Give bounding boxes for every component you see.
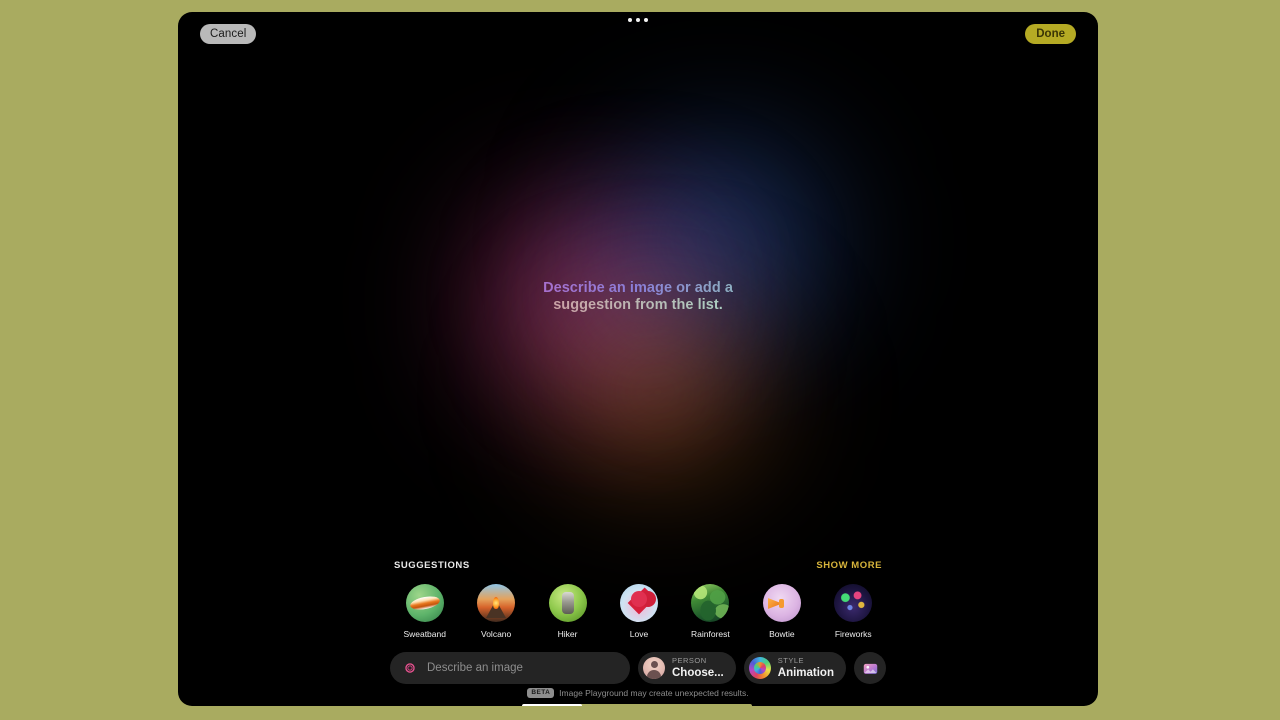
- suggestions-header: SUGGESTIONS SHOW MORE: [394, 560, 882, 571]
- home-indicator[interactable]: [522, 704, 752, 706]
- suggestion-chip-hiker[interactable]: Hiker: [532, 584, 603, 639]
- style-picker-button[interactable]: STYLE Animation: [743, 652, 846, 684]
- dot-1: [628, 18, 632, 22]
- image-playground-window: Cancel Done Describe an image or add a s…: [178, 12, 1098, 706]
- style-picker-text: STYLE Animation: [778, 657, 834, 679]
- prompt-line-1: Describe an image or add a: [178, 280, 1098, 297]
- describe-image-placeholder: Describe an image: [427, 662, 523, 674]
- suggestion-label: Hiker: [557, 629, 578, 639]
- suggestion-label: Volcano: [481, 629, 512, 639]
- beta-badge: BETA: [527, 688, 555, 698]
- suggestions-title: SUGGESTIONS: [394, 560, 470, 571]
- hiker-thumb-icon: [548, 584, 587, 622]
- composer-bar: Describe an image PERSON Choose... STYLE…: [390, 652, 886, 684]
- photo-picker-icon: [863, 663, 877, 674]
- person-avatar-icon: [643, 657, 665, 679]
- sweatband-thumb-icon: [405, 584, 444, 622]
- empty-state-prompt: Describe an image or add a suggestion fr…: [178, 280, 1098, 314]
- glow-blue: [578, 122, 868, 362]
- suggestion-chip-love[interactable]: Love: [603, 584, 674, 639]
- disclaimer-text: Image Playground may create unexpected r…: [559, 688, 749, 698]
- volcano-thumb-icon: [477, 584, 516, 622]
- suggestions-row: Sweatband Volcano Hiker Love Rainforest …: [389, 584, 889, 639]
- suggestion-label: Love: [629, 629, 649, 639]
- home-indicator-fill: [522, 704, 582, 706]
- person-picker-text: PERSON Choose...: [672, 657, 724, 679]
- cancel-button[interactable]: Cancel: [200, 24, 257, 44]
- dot-3: [644, 18, 648, 22]
- suggestion-chip-volcano[interactable]: Volcano: [460, 584, 531, 639]
- suggestion-label: Bowtie: [769, 629, 795, 639]
- love-thumb-icon: [619, 584, 658, 622]
- suggestion-chip-rainforest[interactable]: Rainforest: [675, 584, 746, 639]
- image-playground-icon: [405, 663, 415, 673]
- suggestion-label: Fireworks: [834, 629, 872, 639]
- describe-image-field[interactable]: Describe an image: [390, 652, 630, 684]
- suggestion-chip-fireworks[interactable]: Fireworks: [818, 584, 889, 639]
- beta-disclaimer: BETA Image Playground may create unexpec…: [178, 688, 1098, 698]
- color-wheel-icon: [748, 657, 771, 679]
- suggestion-label: Sweatband: [403, 629, 446, 639]
- more-dots-icon[interactable]: [628, 18, 648, 22]
- style-kicker: STYLE: [777, 656, 805, 665]
- prompt-line-2: suggestion from the list.: [178, 297, 1098, 314]
- style-value: Animation: [777, 666, 834, 679]
- person-value: Choose...: [672, 666, 724, 679]
- glow-amber: [508, 302, 808, 482]
- dot-2: [636, 18, 640, 22]
- photo-picker-button[interactable]: [854, 652, 886, 684]
- rainforest-thumb-icon: [691, 584, 730, 622]
- fireworks-thumb-icon: [834, 584, 873, 622]
- show-more-button[interactable]: SHOW MORE: [816, 560, 882, 571]
- suggestion-chip-bowtie[interactable]: Bowtie: [746, 584, 817, 639]
- person-kicker: PERSON: [672, 656, 707, 665]
- person-picker-button[interactable]: PERSON Choose...: [638, 652, 736, 684]
- bowtie-thumb-icon: [762, 584, 801, 622]
- done-button[interactable]: Done: [1025, 24, 1076, 44]
- window-topbar: Cancel Done: [178, 12, 1098, 56]
- suggestion-chip-sweatband[interactable]: Sweatband: [389, 584, 460, 639]
- desktop-background: Cancel Done Describe an image or add a s…: [0, 0, 1280, 720]
- suggestion-label: Rainforest: [691, 629, 730, 639]
